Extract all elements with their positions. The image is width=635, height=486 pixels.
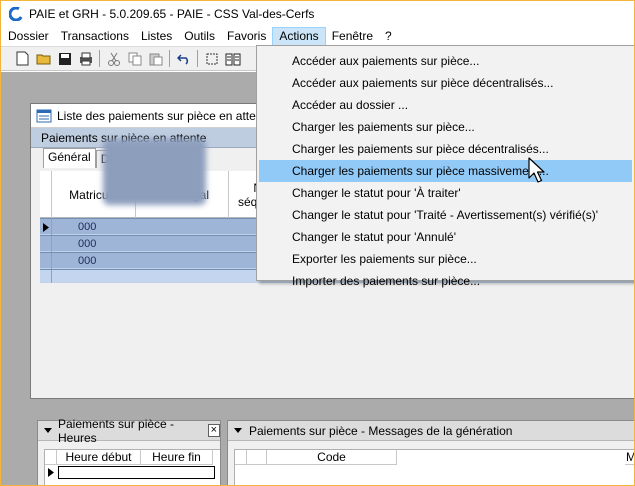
menu-item-exporter[interactable]: Exporter les paiements sur pièce...: [259, 248, 632, 270]
grid-header-indicator: [40, 171, 52, 218]
menu-item-charger-paiements-decentralises[interactable]: Charger les paiements sur pièce décentra…: [259, 138, 632, 160]
title-bar: PAIE et GRH - 5.0.209.65 - PAIE - CSS Va…: [0, 0, 635, 27]
paste-icon[interactable]: [145, 49, 166, 68]
menu-outils[interactable]: Outils: [178, 27, 221, 46]
grid-header-indicator: [45, 450, 57, 465]
list-icon: [36, 109, 52, 123]
row-current-indicator-icon: [45, 466, 57, 479]
menu-item-acceder-paiements-decentralises[interactable]: Accéder aux paiements sur pièce décentra…: [259, 72, 632, 94]
menu-help[interactable]: ?: [379, 27, 398, 46]
mouse-cursor-icon: [528, 157, 548, 188]
menu-item-statut-a-traiter[interactable]: Changer le statut pour 'À traiter': [259, 182, 632, 204]
window-title: PAIE et GRH - 5.0.209.65 - PAIE - CSS Va…: [29, 6, 315, 21]
grid-header-indicator: [235, 450, 247, 465]
row-current-indicator-icon: [40, 219, 52, 235]
menu-bar: Dossier Transactions Listes Outils Favor…: [0, 27, 635, 46]
menu-item-acceder-paiements[interactable]: Accéder aux paiements sur pièce...: [259, 50, 632, 72]
column-header-heure-debut[interactable]: Heure début: [57, 450, 141, 465]
menu-item-acceder-dossier[interactable]: Accéder au dossier ...: [259, 94, 632, 116]
menu-actions[interactable]: Actions: [272, 27, 326, 46]
panel-heures-title: Paiements sur pièce - Heures: [58, 416, 175, 445]
panel-heures: Paiements sur pièce - Heures × Heure déb…: [37, 417, 221, 486]
messages-grid[interactable]: Code M: [234, 449, 635, 485]
menu-item-charger-paiements[interactable]: Charger les paiements sur pièce...: [259, 116, 632, 138]
panel-messages: Paiements sur pièce - Messages de la gén…: [227, 420, 635, 486]
dropdown-arrow-icon[interactable]: [231, 424, 245, 438]
column-header-heure-fin[interactable]: Heure fin: [141, 450, 213, 465]
book-icon[interactable]: [222, 49, 243, 68]
print-icon[interactable]: [75, 49, 96, 68]
menu-item-importer[interactable]: Importer des paiements sur pièce...: [259, 270, 632, 292]
toolbar-separator: [99, 50, 100, 67]
panel-messages-header: Paiements sur pièce - Messages de la gén…: [228, 421, 634, 441]
menu-favoris[interactable]: Favoris: [221, 27, 272, 46]
cell-matricule: 000: [78, 255, 97, 267]
cut-icon[interactable]: [103, 49, 124, 68]
undo-icon[interactable]: [173, 49, 194, 68]
cell-matricule: 000: [78, 221, 97, 233]
actions-menu: Accéder aux paiements sur pièce... Accéd…: [256, 45, 635, 288]
close-icon[interactable]: ×: [207, 424, 220, 437]
select-icon[interactable]: [201, 49, 222, 68]
cell-matricule: 000: [78, 238, 97, 250]
dropdown-arrow-icon[interactable]: [41, 424, 54, 438]
redacted-region: [103, 139, 206, 205]
heures-grid[interactable]: Heure début Heure fin: [44, 449, 220, 485]
open-icon[interactable]: [33, 49, 54, 68]
menu-fenetre[interactable]: Fenêtre: [326, 27, 379, 46]
column-header-blank: [247, 450, 267, 465]
tab-general[interactable]: Général: [43, 148, 96, 168]
menu-item-statut-annule[interactable]: Changer le statut pour 'Annulé': [259, 226, 632, 248]
copy-icon[interactable]: [124, 49, 145, 68]
row-indicator: [40, 253, 52, 269]
child-window-title: Liste des paiements sur pièce en attente: [57, 108, 273, 123]
column-header-message[interactable]: M: [625, 450, 635, 465]
app-logo-icon: [8, 6, 24, 21]
new-icon[interactable]: [12, 49, 33, 68]
menu-dossier[interactable]: Dossier: [2, 27, 55, 46]
save-icon[interactable]: [54, 49, 75, 68]
panel-heures-header: Paiements sur pièce - Heures ×: [38, 417, 220, 445]
selected-cell[interactable]: [58, 466, 215, 479]
menu-item-statut-traite[interactable]: Changer le statut pour 'Traité - Avertis…: [259, 204, 632, 226]
menu-item-charger-paiements-massivement[interactable]: Charger les paiements sur pièce massivem…: [259, 160, 632, 182]
toolbar-separator: [197, 50, 198, 67]
column-header-code[interactable]: Code: [267, 450, 397, 465]
row-indicator: [40, 270, 52, 283]
menu-listes[interactable]: Listes: [135, 27, 178, 46]
toolbar-separator: [169, 50, 170, 67]
panel-messages-title: Paiements sur pièce - Messages de la gén…: [249, 423, 513, 438]
menu-transactions[interactable]: Transactions: [55, 27, 135, 46]
row-indicator: [40, 236, 52, 252]
